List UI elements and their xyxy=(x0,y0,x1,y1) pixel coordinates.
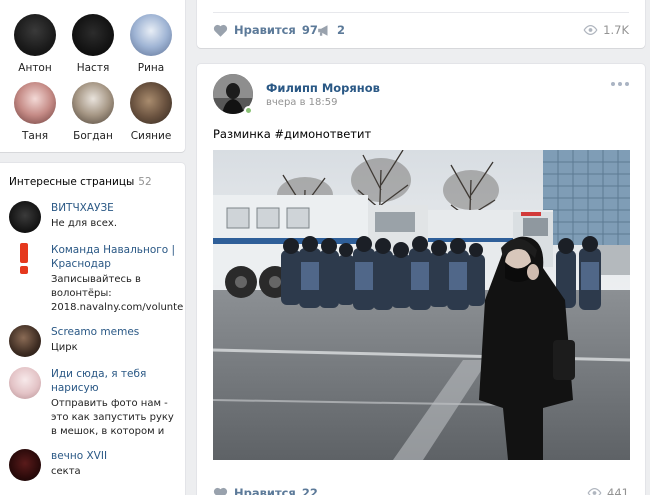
page-name[interactable]: Команда Навального | Краснодар xyxy=(51,243,179,271)
friend-item[interactable]: Богдан xyxy=(64,82,122,142)
friend-item[interactable]: Сияние xyxy=(122,82,180,142)
post-photo[interactable] xyxy=(213,150,630,460)
eye-icon xyxy=(583,25,598,35)
share-count: 2 xyxy=(337,23,346,37)
friend-avatar[interactable] xyxy=(14,14,56,56)
post-text: Разминка #димонответит xyxy=(213,127,372,141)
author-name[interactable]: Филипп Морянов xyxy=(266,81,380,95)
friend-avatar[interactable] xyxy=(72,82,114,124)
friend-name[interactable]: Таня xyxy=(6,130,64,142)
page-description: секта xyxy=(51,466,81,477)
page-avatar[interactable] xyxy=(9,449,41,481)
share-button[interactable]: 2 xyxy=(317,23,345,37)
page-description: Цирк xyxy=(51,342,78,353)
page-avatar[interactable] xyxy=(9,367,41,399)
friend-item[interactable]: Настя xyxy=(64,14,122,74)
online-indicator xyxy=(244,106,253,115)
page-item[interactable]: ВИТЧХАУЗЕ Не для всех. xyxy=(9,201,179,233)
friend-name[interactable]: Богдан xyxy=(64,130,122,142)
pages-title-text[interactable]: Интересные страницы xyxy=(9,176,134,188)
divider xyxy=(213,12,629,13)
photo-image xyxy=(213,150,630,460)
views-count: 441 xyxy=(607,486,629,495)
previous-post: Нравится 97 2 1.7K xyxy=(197,0,645,48)
friend-avatar[interactable] xyxy=(130,14,172,56)
pages-title[interactable]: Интересные страницы 52 xyxy=(9,176,152,188)
friend-name[interactable]: Сияние xyxy=(122,130,180,142)
megaphone-icon xyxy=(318,24,328,36)
friend-avatar[interactable] xyxy=(14,82,56,124)
interesting-pages-block: Интересные страницы 52 ВИТЧХАУЗЕ Не для в… xyxy=(0,163,185,495)
like-count: 97 xyxy=(301,23,318,37)
page-name[interactable]: ВИТЧХАУЗЕ xyxy=(51,201,179,215)
heart-icon xyxy=(213,487,228,495)
page-item[interactable]: Команда Навального | Краснодар Записывай… xyxy=(9,243,184,315)
friend-avatar[interactable] xyxy=(72,14,114,56)
page-description: Записывайтесь в волонтёры: 2018.navalny.… xyxy=(51,274,184,313)
friend-avatar[interactable] xyxy=(130,82,172,124)
like-label: Нравится xyxy=(234,23,296,37)
page-description: Отправить фото нам - это как запустить р… xyxy=(51,398,174,437)
views-counter: 441 xyxy=(587,486,629,495)
exclamation-icon[interactable] xyxy=(19,243,29,275)
pages-count: 52 xyxy=(138,176,152,188)
friend-name[interactable]: Рина xyxy=(122,62,180,74)
page-item[interactable]: вечно XVII секта xyxy=(9,449,179,481)
views-count: 1.7K xyxy=(603,23,629,37)
page-name[interactable]: вечно XVII xyxy=(51,449,179,463)
friend-name[interactable]: Антон xyxy=(6,62,64,74)
friends-block: Антон Настя Рина Таня Богдан Сияние xyxy=(0,0,185,152)
page-description: Не для всех. xyxy=(51,218,117,229)
page-avatar[interactable] xyxy=(9,325,41,357)
eye-icon xyxy=(587,488,602,495)
friend-item[interactable]: Рина xyxy=(122,14,180,74)
page-item[interactable]: Иди сюда, я тебя нарисую Отправить фото … xyxy=(9,367,179,439)
like-button[interactable]: Нравится 97 xyxy=(213,23,318,37)
like-count: 22 xyxy=(301,486,318,495)
post-time[interactable]: вчера в 18:59 xyxy=(266,97,338,108)
more-dots-icon[interactable] xyxy=(611,82,629,86)
page-name[interactable]: Screamo memes xyxy=(51,325,179,339)
friend-name[interactable]: Настя xyxy=(64,62,122,74)
heart-icon xyxy=(213,24,228,37)
page-name[interactable]: Иди сюда, я тебя нарисую xyxy=(51,367,179,395)
post: Филипп Морянов вчера в 18:59 Разминка #д… xyxy=(197,64,645,495)
friend-item[interactable]: Таня xyxy=(6,82,64,142)
like-button[interactable]: Нравится 22 xyxy=(213,486,318,495)
friend-item[interactable]: Антон xyxy=(6,14,64,74)
page-item[interactable]: Screamo memes Цирк xyxy=(9,325,179,357)
like-label: Нравится xyxy=(234,486,296,495)
views-counter: 1.7K xyxy=(583,23,629,37)
page-avatar[interactable] xyxy=(9,201,41,233)
